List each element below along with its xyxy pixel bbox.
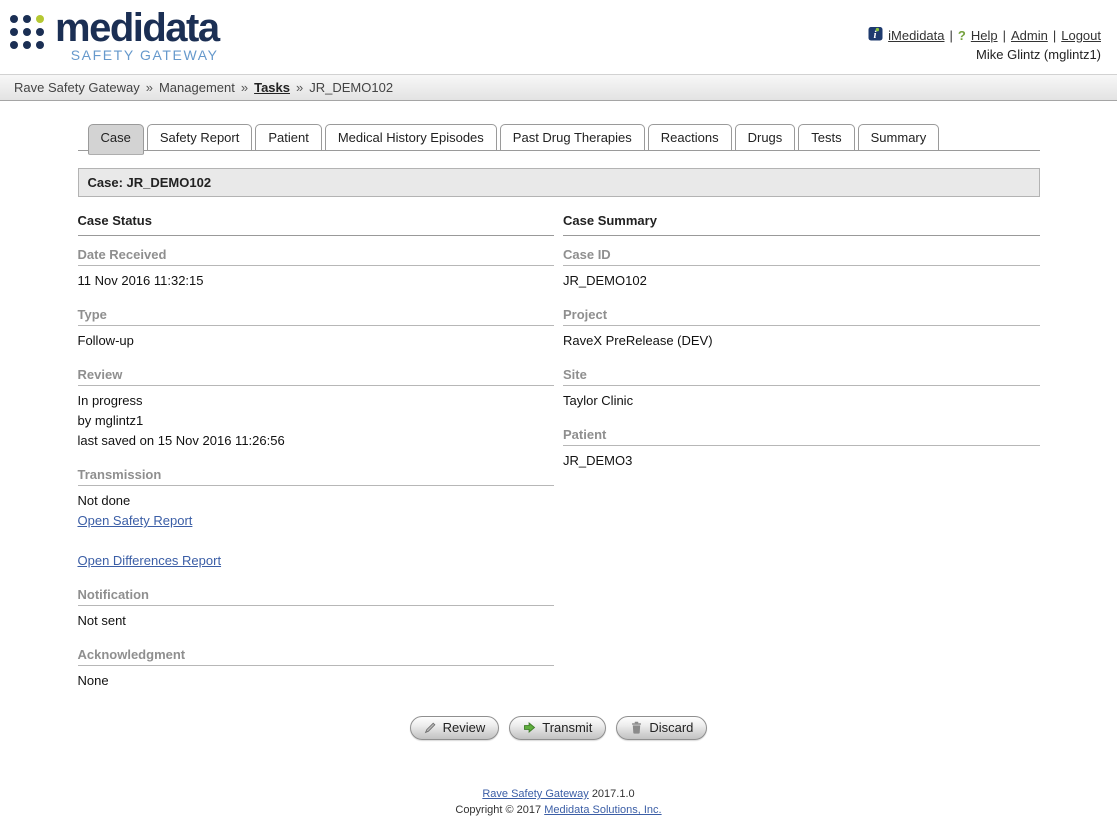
- field-value: JR_DEMO3: [563, 453, 633, 468]
- section-title: Case Summary: [563, 213, 1040, 236]
- field-project: Project RaveX PreRelease (DEV): [563, 307, 1040, 351]
- tab-drugs[interactable]: Drugs: [734, 124, 796, 150]
- footer-app-link[interactable]: Rave Safety Gateway: [482, 788, 588, 800]
- tab-tests[interactable]: Tests: [798, 124, 855, 150]
- tab-medical-history-episodes[interactable]: Medical History Episodes: [324, 124, 497, 150]
- field-acknowledgment: Acknowledgment None: [77, 647, 554, 691]
- tab-summary[interactable]: Summary: [857, 124, 940, 150]
- field-value: RaveX PreRelease (DEV): [563, 333, 713, 348]
- field-review: Review In progress by mglintz1 last saved o…: [77, 367, 554, 451]
- open-differences-report-link[interactable]: Open Differences Report: [78, 551, 222, 571]
- field-value: Follow-up: [77, 333, 134, 348]
- field-label: Project: [563, 307, 1040, 326]
- field-label: Review: [77, 367, 554, 386]
- field-patient: Patient JR_DEMO3: [563, 427, 1040, 471]
- open-safety-report-link[interactable]: Open Safety Report: [78, 511, 193, 531]
- field-value: by mglintz1: [77, 413, 144, 428]
- logo-brand-text: medidata: [55, 6, 220, 50]
- breadcrumb-item-rave-safety-gateway: Rave Safety Gateway: [14, 80, 140, 95]
- footer-copyright: Copyright © 2017: [455, 804, 542, 816]
- field-label: Notification: [77, 587, 554, 606]
- imedidata-icon: i: [868, 26, 883, 44]
- tab-bar: Case Safety Report Patient Medical History …: [77, 124, 1040, 155]
- field-value: None: [77, 673, 109, 688]
- transmit-button[interactable]: Transmit: [509, 716, 607, 740]
- help-link[interactable]: Help: [971, 28, 998, 43]
- tab-safety-report[interactable]: Safety Report: [146, 124, 253, 150]
- userbar-separator: |: [1052, 27, 1057, 43]
- breadcrumb-item-jr-demo102: JR_DEMO102: [309, 80, 394, 95]
- page-header: medidata SAFETY GATEWAY i iMedidata |? Help…: [0, 0, 1117, 74]
- field-transmission: Transmission Not done Open Safety Report Op…: [77, 467, 554, 571]
- case-title-bar: Case: JR_DEMO102: [77, 168, 1040, 197]
- section-title: Case Status: [77, 213, 554, 236]
- breadcrumb: Rave Safety Gateway » Management » Tasks » JR_…: [0, 74, 1117, 101]
- breadcrumb-item-tasks[interactable]: Tasks: [254, 80, 290, 95]
- field-value: Not done: [77, 493, 131, 508]
- field-case-id: Case ID JR_DEMO102: [563, 247, 1040, 291]
- admin-link[interactable]: Admin: [1011, 28, 1048, 43]
- imedidata-link[interactable]: iMedidata: [888, 28, 944, 43]
- current-user-label: Mike Glintz (mglintz1): [976, 47, 1101, 62]
- breadcrumb-separator-icon: »: [296, 80, 304, 95]
- field-label: Case ID: [563, 247, 1040, 266]
- page-footer: Rave Safety Gateway 2017.1.0 Copyright ©…: [78, 786, 1040, 818]
- field-value: 11 Nov 2016 11:32:15: [77, 273, 204, 288]
- footer-version: 2017.1.0: [591, 788, 635, 800]
- logo-subtitle-text: SAFETY GATEWAY: [70, 47, 219, 63]
- user-links-row: i iMedidata |? Help | Admin | Logout: [868, 26, 1101, 44]
- field-type: Type Follow-up: [77, 307, 554, 351]
- userbar-separator: |: [949, 27, 953, 43]
- tab-reactions[interactable]: Reactions: [647, 124, 732, 150]
- case-status-column: Case Status Date Received 11 Nov 2016 11:3…: [77, 213, 554, 707]
- transmit-arrow-icon: [523, 721, 536, 734]
- trash-icon: [630, 721, 643, 734]
- help-question-icon: ?: [957, 27, 966, 43]
- field-label: Acknowledgment: [77, 647, 554, 666]
- userbar-separator: |: [1002, 27, 1006, 43]
- user-toolbar: i iMedidata |? Help | Admin | Logout Mike Glint…: [868, 26, 1101, 62]
- field-value: In progress: [77, 393, 143, 408]
- case-columns: Case Status Date Received 11 Nov 2016 11:3…: [77, 213, 1040, 707]
- tab-past-drug-therapies[interactable]: Past Drug Therapies: [499, 124, 645, 150]
- field-value: JR_DEMO102: [563, 273, 647, 288]
- field-value: Taylor Clinic: [563, 393, 634, 408]
- field-label: Transmission: [77, 467, 554, 486]
- field-label: Date Received: [77, 247, 554, 266]
- discard-button[interactable]: Discard: [616, 716, 708, 740]
- field-site: Site Taylor Clinic: [563, 367, 1040, 411]
- field-value: last saved on 15 Nov 2016 11:26:56: [77, 433, 285, 448]
- action-button-row: Review Transmit Discard: [78, 716, 1040, 740]
- case-summary-column: Case Summary Case ID JR_DEMO102 Project Rave…: [563, 213, 1040, 707]
- medidata-logo: medidata SAFETY GATEWAY: [10, 6, 220, 63]
- main-content: Case Safety Report Patient Medical History …: [77, 124, 1040, 818]
- footer-company-link[interactable]: Medidata Solutions, Inc.: [544, 804, 661, 816]
- breadcrumb-item-management: Management: [158, 80, 235, 95]
- tab-patient[interactable]: Patient: [255, 124, 322, 150]
- tab-case[interactable]: Case: [87, 124, 144, 155]
- review-button[interactable]: Review: [409, 716, 500, 740]
- logout-link[interactable]: Logout: [1061, 28, 1101, 43]
- breadcrumb-separator-icon: »: [145, 80, 153, 95]
- field-value: Not sent: [77, 613, 126, 628]
- field-label: Patient: [563, 427, 1040, 446]
- breadcrumb-separator-icon: »: [240, 80, 249, 95]
- field-label: Type: [77, 307, 554, 326]
- pencil-icon: [424, 721, 437, 734]
- field-notification: Notification Not sent: [77, 587, 554, 631]
- field-label: Site: [563, 367, 1040, 386]
- medidata-dots-icon: [10, 15, 48, 53]
- field-date-received: Date Received 11 Nov 2016 11:32:15: [77, 247, 554, 291]
